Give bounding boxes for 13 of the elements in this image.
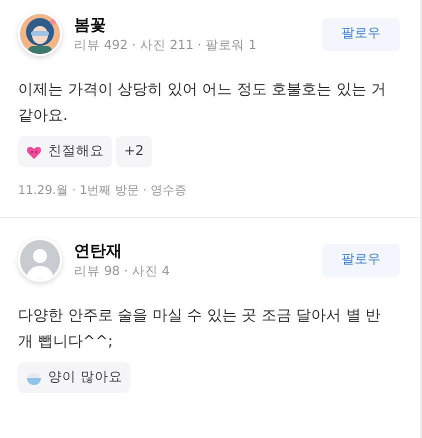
follow-button[interactable]: 팔로우	[322, 244, 400, 276]
visit-info: 11.29.월 · 1번째 방문 · 영수증	[18, 182, 188, 199]
user-stats: 리뷰 98 · 사진 4	[74, 262, 171, 280]
more-keywords-chip[interactable]: +2	[116, 136, 152, 167]
review-text: 이제는 가격이 상당히 있어 어느 정도 호불호는 있는 거 같아요.	[18, 79, 388, 126]
keyword-chip[interactable]: 양이 많아요	[18, 362, 130, 393]
keyword-chip[interactable]: 친절해요	[18, 136, 112, 167]
follow-button[interactable]: 팔로우	[322, 18, 400, 50]
review-text: 다양한 안주로 술을 마실 수 있는 곳 조금 달아서 별 반 개 뺍니다^^;	[18, 305, 382, 352]
user-name: 연탄재	[74, 240, 123, 262]
user-stats: 리뷰 492 · 사진 211 · 팔로워 1	[74, 36, 258, 54]
user-name: 봄꽃	[74, 14, 107, 36]
avatar-icon	[20, 240, 60, 280]
